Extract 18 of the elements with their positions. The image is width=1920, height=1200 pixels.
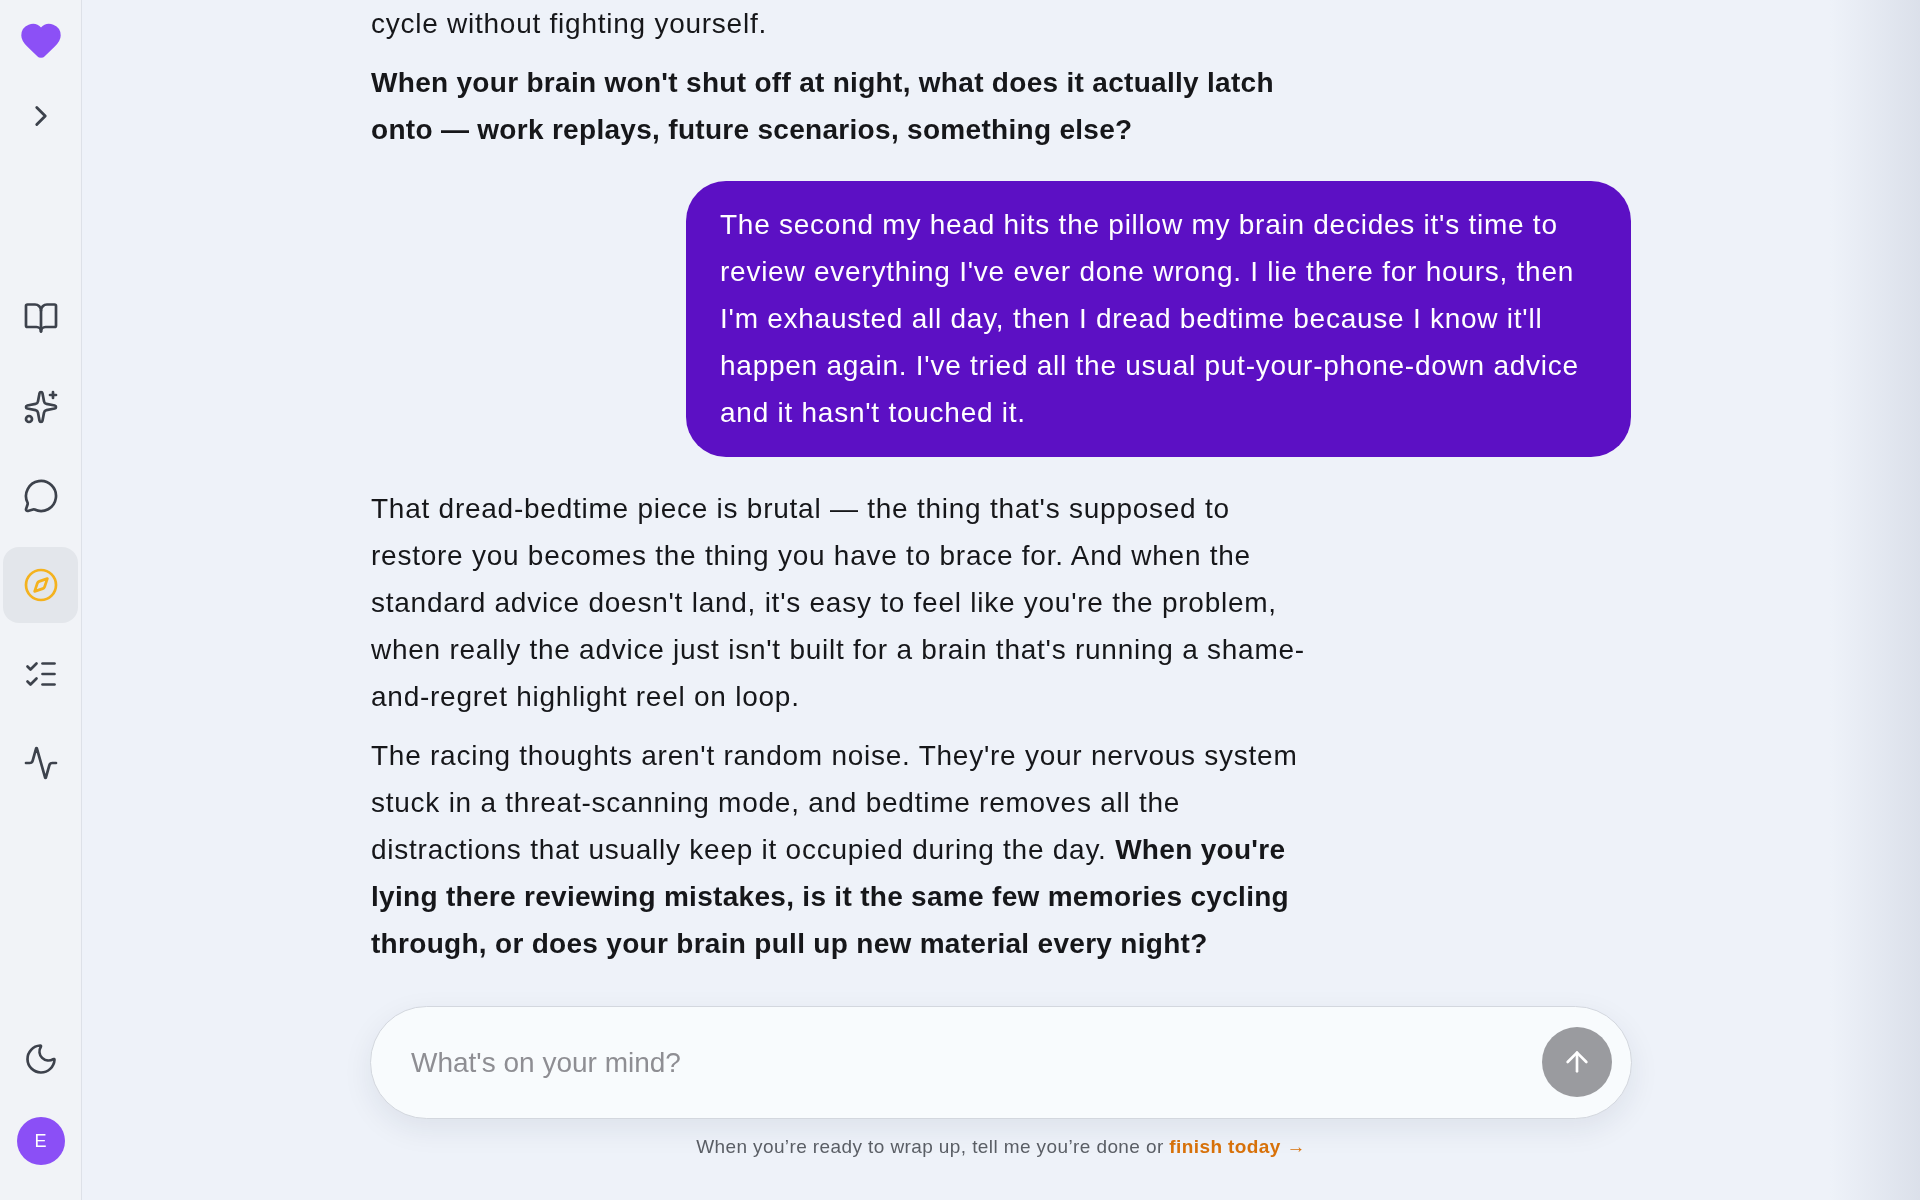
user-message-bubble: The second my head hits the pillow my brain decides it's time to review everything I've ever done wrong. I lie there for hours, then I'm exhausted all day, then I dread bedtime because I know it'll happen again. I've tried all the usual put-your-phone-down advice and it hasn't touched it. <box>686 181 1631 457</box>
sidebar-nav-button[interactable] <box>22 389 59 425</box>
assistant-message-text: cycle without fighting yourself. <box>371 7 768 41</box>
pulse-line-icon <box>22 745 59 781</box>
sparkles-icon <box>22 389 59 425</box>
finish-today-link[interactable]: finish today → <box>1169 1136 1306 1157</box>
assistant-message-text: That dread-bedtime piece is brutal — the thing that's supposed to restore you becomes the thing you have to brace for. And when the standard advice doesn't land, it's easy to feel like you're the problem, when really the advice just isn't built for a brain that's running a shame-and-regret highlight reel on loop. <box>371 492 1306 714</box>
assistant-message-text: The racing thoughts aren't random noise. They're your nervous system stuck in a threat-scanning mode, and bedtime removes all the distractions that usually keep it occupied during the day. When you're lying there reviewing mistakes, is it the same few memories cycling through, or does your brain pull up new material every night? <box>371 739 1299 961</box>
compass-icon <box>22 567 59 603</box>
sidebar-nav-button[interactable] <box>22 300 59 336</box>
message-input[interactable]: What's on your mind? <box>370 1006 1632 1119</box>
user-avatar[interactable]: E <box>16 1117 65 1165</box>
sidebar-nav-button[interactable] <box>22 745 59 781</box>
book-icon <box>22 300 59 336</box>
assistant-question-text: When your brain won't shut off at night, what does it actually latch onto — work replays, future scenarios, something else? <box>371 66 1275 147</box>
wrap-up-hint: When you’re ready to wrap up, tell me you’re done or finish today → <box>696 1135 1306 1159</box>
chat-bubble-icon <box>22 478 59 514</box>
sidebar-nav-button[interactable] <box>22 478 59 514</box>
